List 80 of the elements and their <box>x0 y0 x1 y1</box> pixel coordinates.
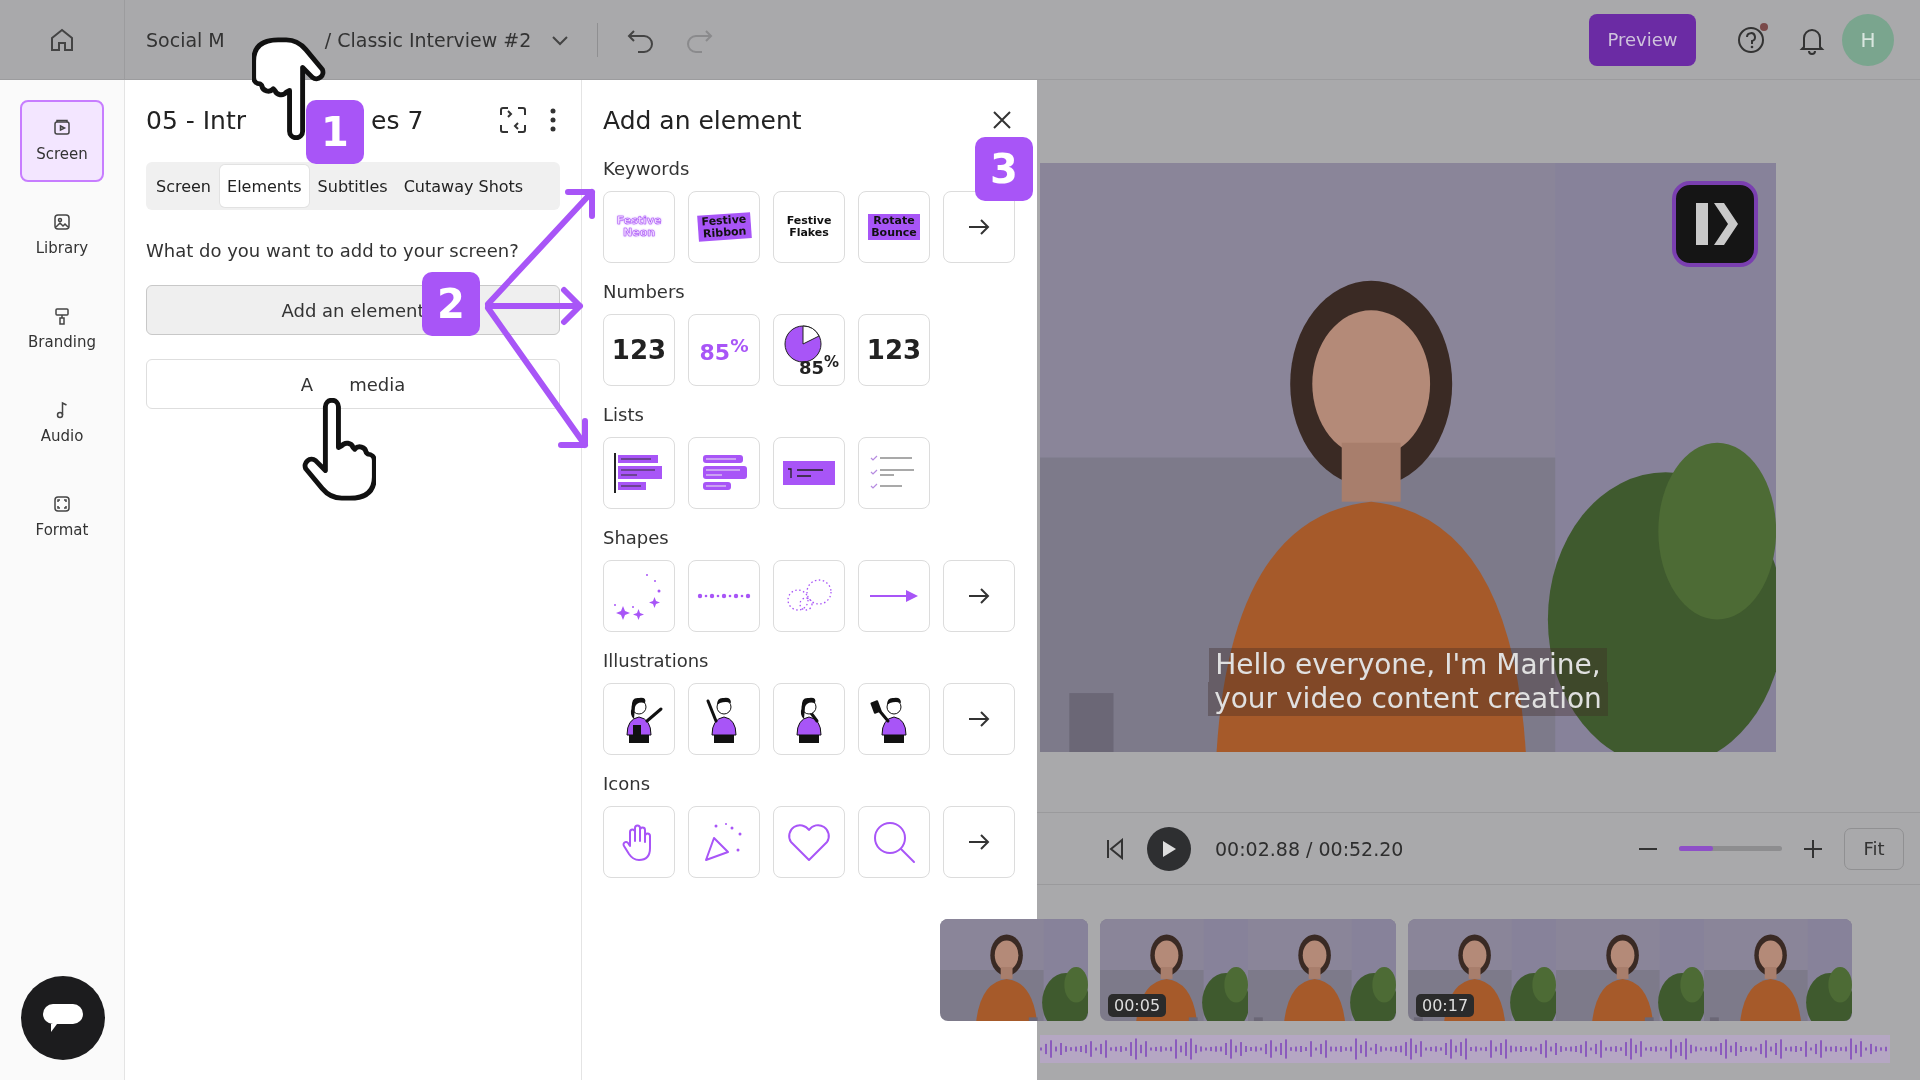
number-preview: 123 <box>611 335 667 365</box>
step-badge: 3 <box>975 137 1033 201</box>
element-tile[interactable] <box>603 437 675 509</box>
playback-time: 00:02.88 / 00:52.20 <box>1215 837 1404 860</box>
element-tile[interactable] <box>688 560 760 632</box>
image-icon <box>53 213 71 231</box>
subtitle-text: your video content creation <box>1208 682 1608 716</box>
sidebar-item[interactable]: Library <box>20 194 104 276</box>
clip-duration: 00:05 <box>1108 994 1167 1017</box>
arrow-right-icon <box>967 587 991 605</box>
keyword-style-preview: Festive Ribbon <box>696 212 752 242</box>
element-tile[interactable] <box>688 806 760 878</box>
element-tile[interactable]: Festive Ribbon <box>688 191 760 263</box>
sidebar-item[interactable]: Format <box>20 476 104 558</box>
element-tile[interactable] <box>773 806 845 878</box>
keyword-style-preview: Festive Neon <box>616 215 662 239</box>
see-more-button[interactable] <box>943 191 1015 263</box>
heart-icon <box>786 822 832 862</box>
panel-tab[interactable]: Cutaway Shots <box>396 165 531 207</box>
arrow-right-icon <box>967 833 991 851</box>
keyword-style-preview: Festive Flakes <box>786 215 832 239</box>
element-tile[interactable] <box>858 437 930 509</box>
percent-preview: 85$^{%}$ <box>699 334 749 366</box>
play-icon <box>1161 839 1177 858</box>
subtitle-text: Hello everyone, I'm Marine, <box>1209 648 1607 682</box>
arrow-right-icon <box>967 710 991 728</box>
panel-tab[interactable]: Subtitles <box>310 165 395 207</box>
step-badge: 2 <box>422 272 480 336</box>
element-tile[interactable]: 123 <box>603 314 675 386</box>
number-preview: 123 <box>866 335 922 365</box>
element-tile[interactable]: Festive Flakes <box>773 191 845 263</box>
step-badge: 1 <box>306 100 364 164</box>
list-preview-drawing <box>614 453 664 493</box>
element-tile[interactable] <box>603 806 675 878</box>
project-title: Social M <box>146 28 225 51</box>
section-title: Illustrations <box>603 650 709 671</box>
prompt-text: What do you want to add to your screen? <box>146 240 520 261</box>
element-tile[interactable] <box>773 560 845 632</box>
preview-button[interactable]: Preview <box>1589 13 1696 66</box>
clip-duration: 00:17 <box>1416 994 1475 1017</box>
panel-tab[interactable]: Screen <box>149 165 218 207</box>
sidebar-item[interactable]: Screen <box>20 100 104 182</box>
element-tile[interactable] <box>773 683 845 755</box>
add-media-button[interactable]: A media <box>146 359 560 409</box>
element-tile[interactable] <box>603 560 675 632</box>
section-title: Keywords <box>603 158 690 179</box>
frame-icon <box>53 495 71 513</box>
search-icon <box>871 819 917 865</box>
element-tile[interactable] <box>603 683 675 755</box>
element-tile[interactable] <box>688 683 760 755</box>
sidebar-item[interactable]: Audio <box>20 382 104 464</box>
keyword-style-preview: Rotate Bounce <box>868 214 920 240</box>
arrow-drawing <box>870 590 918 602</box>
scene-title: es 7 <box>371 105 424 135</box>
section-title: Icons <box>603 773 650 794</box>
element-tile[interactable] <box>773 437 845 509</box>
section-title: Lists <box>603 404 644 425</box>
scene-title: 05 - Intr <box>146 105 247 135</box>
percent-preview: 85$^{%}$ <box>798 353 839 378</box>
element-tile[interactable]: Rotate Bounce <box>858 191 930 263</box>
sidebar-item[interactable]: Branding <box>20 288 104 370</box>
element-tile[interactable] <box>688 437 760 509</box>
section-title: Shapes <box>603 527 669 548</box>
element-tile[interactable] <box>858 806 930 878</box>
element-tile[interactable] <box>858 560 930 632</box>
list-preview-drawing <box>783 461 835 485</box>
screen-icon <box>53 119 71 137</box>
paint-roller-icon <box>53 307 71 325</box>
element-tile[interactable]: 85$^{%}$ <box>773 314 845 386</box>
section-title: Numbers <box>603 281 685 302</box>
project-title: / Classic Interview #2 <box>324 28 532 51</box>
zoom-slider[interactable] <box>1679 846 1782 851</box>
panel-tab[interactable]: Elements <box>220 165 309 207</box>
element-tile[interactable]: 85$^{%}$ <box>688 314 760 386</box>
element-tile[interactable] <box>858 683 930 755</box>
play-button[interactable] <box>1147 826 1191 871</box>
fit-button[interactable]: Fit <box>1844 827 1904 870</box>
arrow-right-icon <box>967 218 991 236</box>
panel-title: Add an element <box>603 105 802 135</box>
element-tile[interactable]: 123 <box>858 314 930 386</box>
